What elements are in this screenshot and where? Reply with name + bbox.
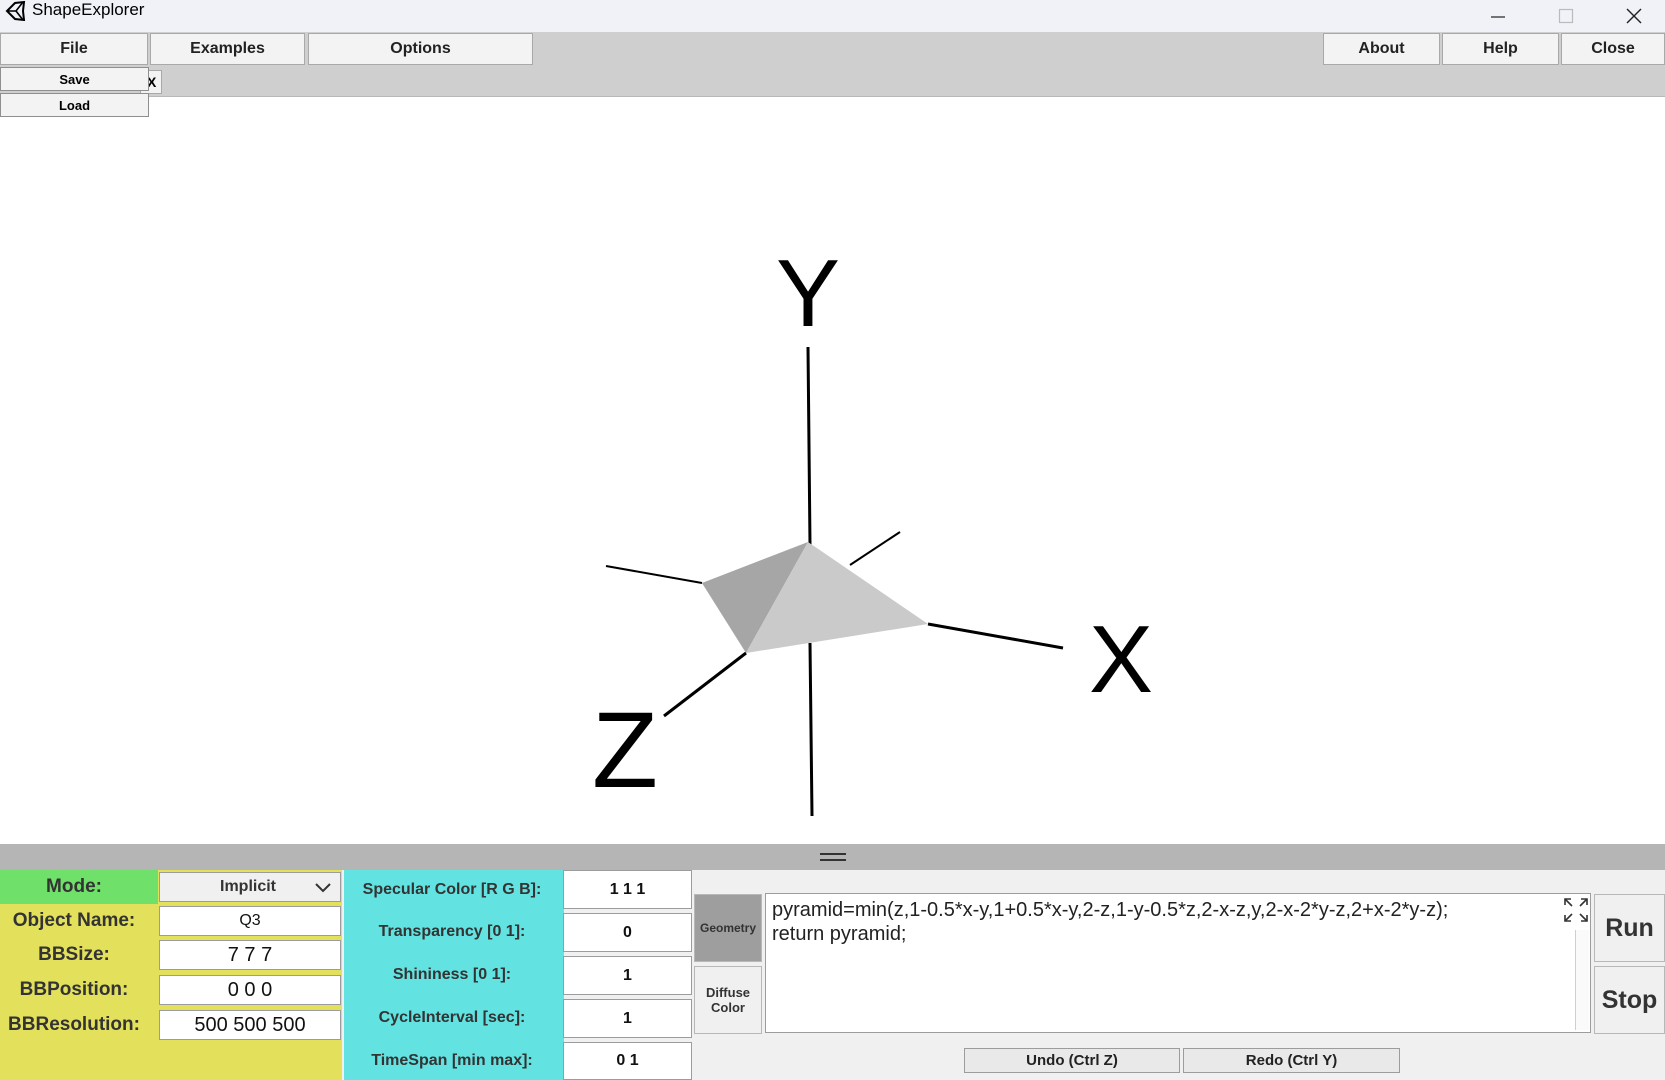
3d-viewport[interactable]: Y X Z	[0, 97, 1665, 844]
diffuse-color-tab-button[interactable]: Diffuse Color	[694, 966, 762, 1034]
x-axis-back-line	[849, 531, 901, 566]
panel-splitter[interactable]	[0, 844, 1665, 870]
specular-color-field[interactable]: 1 1 1	[563, 870, 692, 909]
maximize-icon	[1558, 8, 1574, 24]
scene-canvas: Y X Z	[592, 240, 1153, 817]
drag-handle-icon	[819, 853, 846, 861]
x-axis-line	[927, 622, 1064, 650]
object-name-field[interactable]: Q3	[159, 906, 341, 936]
unity-logo-icon	[5, 1, 26, 21]
title-bar: ShapeExplorer	[0, 0, 1665, 32]
bbsize-label: BBSize:	[38, 944, 110, 965]
transparency-field[interactable]: 0	[563, 913, 692, 952]
about-button[interactable]: About	[1323, 33, 1440, 65]
redo-button[interactable]: Redo (Ctrl Y)	[1183, 1048, 1400, 1073]
stop-button[interactable]: Stop	[1594, 966, 1665, 1034]
minimize-button[interactable]	[1464, 0, 1532, 32]
y-axis-down-line	[808, 642, 814, 817]
options-menu-button[interactable]: Options	[308, 33, 533, 65]
object-name-label: Object Name:	[12, 910, 136, 931]
code-editor[interactable]: pyramid=min(z,1-0.5*x-y,1+0.5*x-y,2-z,1-…	[765, 893, 1591, 1033]
examples-menu-button[interactable]: Examples	[150, 33, 305, 65]
save-menu-item[interactable]: Save	[0, 67, 149, 91]
close-window-button[interactable]	[1600, 0, 1665, 32]
run-button[interactable]: Run	[1594, 894, 1665, 962]
z-axis-back-line	[605, 565, 703, 584]
bbsize-field[interactable]: 7 7 7	[159, 940, 341, 970]
y-axis-label: Y	[776, 240, 840, 347]
y-axis-line	[806, 346, 812, 546]
close-button[interactable]: Close	[1561, 33, 1665, 65]
code-editor-scrollbar[interactable]	[1575, 930, 1589, 1030]
maximize-button[interactable]	[1532, 0, 1600, 32]
timespan-field[interactable]: 0 1	[563, 1042, 692, 1080]
transparency-label: Transparency [0 1]:	[378, 923, 526, 940]
mode-dropdown-value: Implicit	[220, 878, 277, 895]
cycle-interval-field[interactable]: 1	[563, 999, 692, 1038]
help-button[interactable]: Help	[1442, 33, 1559, 65]
z-axis-line	[663, 651, 747, 718]
close-icon	[1626, 8, 1642, 24]
cycle-interval-label: CycleInterval [sec]:	[378, 1009, 526, 1026]
parameter-panel: Mode: Implicit Object Name: Q3 BBSize: 7…	[0, 870, 1665, 1080]
expand-icon[interactable]	[1562, 896, 1590, 924]
bbposition-field[interactable]: 0 0 0	[159, 975, 341, 1005]
x-axis-label: X	[1089, 606, 1153, 713]
menu-bar: File Examples Options About Help Close	[0, 32, 1665, 66]
mode-dropdown[interactable]: Implicit	[159, 872, 341, 902]
z-axis-label: Z	[592, 689, 658, 810]
shininess-field[interactable]: 1	[563, 956, 692, 995]
chevron-down-icon	[315, 883, 331, 893]
undo-button[interactable]: Undo (Ctrl Z)	[964, 1048, 1180, 1073]
geometry-tab-button[interactable]: Geometry	[694, 894, 762, 962]
bbresolution-field[interactable]: 500 500 500	[159, 1010, 341, 1040]
file-menu-button[interactable]: File	[0, 33, 148, 65]
timespan-label: TimeSpan [min max]:	[371, 1052, 533, 1069]
specular-color-label: Specular Color [R G B]:	[362, 881, 542, 898]
load-menu-item[interactable]: Load	[0, 93, 149, 117]
bbposition-label: BBPosition:	[19, 979, 129, 1000]
bbresolution-label: BBResolution:	[8, 1014, 140, 1035]
minimize-icon	[1491, 16, 1505, 18]
tab-strip	[0, 66, 1665, 97]
window-title: ShapeExplorer	[32, 0, 145, 19]
mode-label: Mode:	[46, 876, 102, 897]
file-dropdown-menu: Save Load	[0, 67, 149, 119]
shininess-label: Shininess [0 1]:	[392, 966, 512, 983]
